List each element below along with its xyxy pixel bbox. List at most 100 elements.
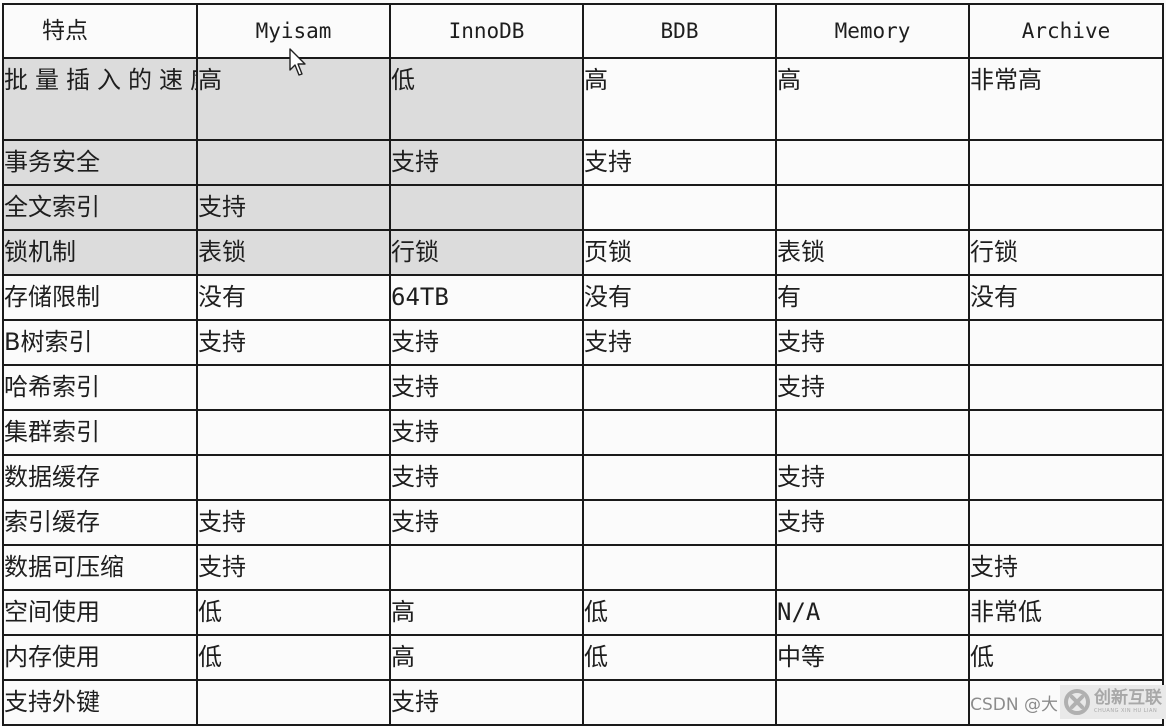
cell-myisam: 支持: [196, 319, 391, 366]
cell-memory: [775, 544, 970, 591]
cell-myisam: 低: [196, 589, 391, 636]
feature-cell: 数据可压缩: [2, 544, 198, 591]
cell-archive: [968, 499, 1164, 546]
cell-memory: [775, 409, 970, 456]
table-row: 索引缓存 支持 支持 支持: [2, 499, 1164, 546]
cell-bdb: [582, 454, 777, 501]
cell-memory: 支持: [775, 319, 970, 366]
table-row: 全文索引 支持: [2, 184, 1164, 231]
feature-cell: 事务安全: [2, 139, 198, 186]
feature-cell: 全文索引: [2, 184, 198, 231]
cell-archive: [968, 409, 1164, 456]
cell-innodb: 支持: [389, 364, 584, 411]
watermark-brand-subtext: CHUANG XIN HU LIAN: [1094, 708, 1158, 714]
cell-myisam: 支持: [196, 499, 391, 546]
cell-bdb: 低: [582, 634, 777, 681]
cell-memory: 支持: [775, 364, 970, 411]
feature-cell: 空间使用: [2, 589, 198, 636]
cell-memory: 支持: [775, 454, 970, 501]
header-feature: 特点: [2, 3, 198, 59]
storage-engine-comparison-table: 特点 Myisam InnoDB BDB Memory Archive 批量插入…: [2, 3, 1164, 726]
feature-cell: 内存使用: [2, 634, 198, 681]
cell-bdb: 支持: [582, 319, 777, 366]
cell-bdb: [582, 544, 777, 591]
cell-bdb: [582, 364, 777, 411]
cell-innodb: 64TB: [389, 274, 584, 321]
cell-memory: 高: [775, 57, 970, 141]
header-archive: Archive: [968, 3, 1164, 59]
cell-bdb: 支持: [582, 139, 777, 186]
cell-bdb: [582, 409, 777, 456]
cell-innodb: 支持: [389, 319, 584, 366]
cell-memory: 中等: [775, 634, 970, 681]
cell-archive: 支持: [968, 544, 1164, 591]
feature-cell: 存储限制: [2, 274, 198, 321]
cell-myisam: 支持: [196, 544, 391, 591]
cell-innodb: [389, 544, 584, 591]
watermark-brand-text: 创新互联: [1094, 688, 1162, 708]
cell-innodb: 行锁: [389, 229, 584, 276]
feature-cell: 支持外键: [2, 679, 198, 726]
cell-archive: 低: [968, 634, 1164, 681]
cell-myisam: [196, 364, 391, 411]
feature-cell: 批量插入的速度: [2, 57, 198, 141]
cell-archive: [968, 319, 1164, 366]
cell-myisam: [196, 139, 391, 186]
table-row: 内存使用低高低中等低: [2, 634, 1164, 681]
cell-bdb: [582, 499, 777, 546]
cell-innodb: 支持: [389, 409, 584, 456]
cell-innodb: [389, 184, 584, 231]
table-row: 事务安全 支持 支持: [2, 139, 1164, 186]
cell-memory: [775, 184, 970, 231]
cell-innodb: 支持: [389, 679, 584, 726]
cell-innodb: 高: [389, 589, 584, 636]
table-row: 数据缓存 支持 支持: [2, 454, 1164, 501]
watermark-brand: 创新互联 CHUANG XIN HU LIAN: [1060, 685, 1166, 719]
feature-cell: 索引缓存: [2, 499, 198, 546]
cell-innodb: 低: [389, 57, 584, 141]
table-row: 集群索引 支持: [2, 409, 1164, 456]
cell-memory: [775, 679, 970, 726]
cell-innodb: 高: [389, 634, 584, 681]
feature-cell: 集群索引: [2, 409, 198, 456]
cell-archive: [968, 139, 1164, 186]
cell-archive: [968, 364, 1164, 411]
cell-myisam: [196, 409, 391, 456]
cell-bdb: 高: [582, 57, 777, 141]
cell-innodb: 支持: [389, 454, 584, 501]
header-row: 特点 Myisam InnoDB BDB Memory Archive: [2, 3, 1164, 59]
table-row: 存储限制 没有 64TB 没有有没有: [2, 274, 1164, 321]
cell-archive: 非常高: [968, 57, 1164, 141]
table-row: B树索引 支持 支持 支持 支持: [2, 319, 1164, 366]
cell-myisam: 表锁: [196, 229, 391, 276]
cell-memory: [775, 139, 970, 186]
feature-cell: 锁机制: [2, 229, 198, 276]
brand-x-logo-icon: [1064, 689, 1090, 715]
table-row: 数据可压缩 支持 支持: [2, 544, 1164, 591]
watermark: CSDN @大 创新互联 CHUANG XIN HU LIAN: [964, 685, 1166, 719]
cell-myisam: 支持: [196, 184, 391, 231]
cell-myisam: 没有: [196, 274, 391, 321]
cell-bdb: 低: [582, 589, 777, 636]
table-row: 批量插入的速度高低高高非常高: [2, 57, 1164, 141]
cell-archive: [968, 454, 1164, 501]
cell-memory: 有: [775, 274, 970, 321]
header-bdb: BDB: [582, 3, 777, 59]
cell-memory: 表锁: [775, 229, 970, 276]
cell-memory: N/A: [775, 589, 970, 636]
cell-innodb: 支持: [389, 139, 584, 186]
table-row: 空间使用低高低 N/A 非常低: [2, 589, 1164, 636]
cell-memory: 支持: [775, 499, 970, 546]
cell-bdb: [582, 679, 777, 726]
cell-bdb: 没有: [582, 274, 777, 321]
cell-bdb: 页锁: [582, 229, 777, 276]
cell-bdb: [582, 184, 777, 231]
cell-myisam: 低: [196, 634, 391, 681]
feature-cell: 数据缓存: [2, 454, 198, 501]
watermark-csdn-text: CSDN @大: [970, 694, 1058, 715]
feature-cell: 哈希索引: [2, 364, 198, 411]
cell-archive: 没有: [968, 274, 1164, 321]
table-row: 哈希索引 支持 支持: [2, 364, 1164, 411]
header-innodb: InnoDB: [389, 3, 584, 59]
cell-archive: 非常低: [968, 589, 1164, 636]
